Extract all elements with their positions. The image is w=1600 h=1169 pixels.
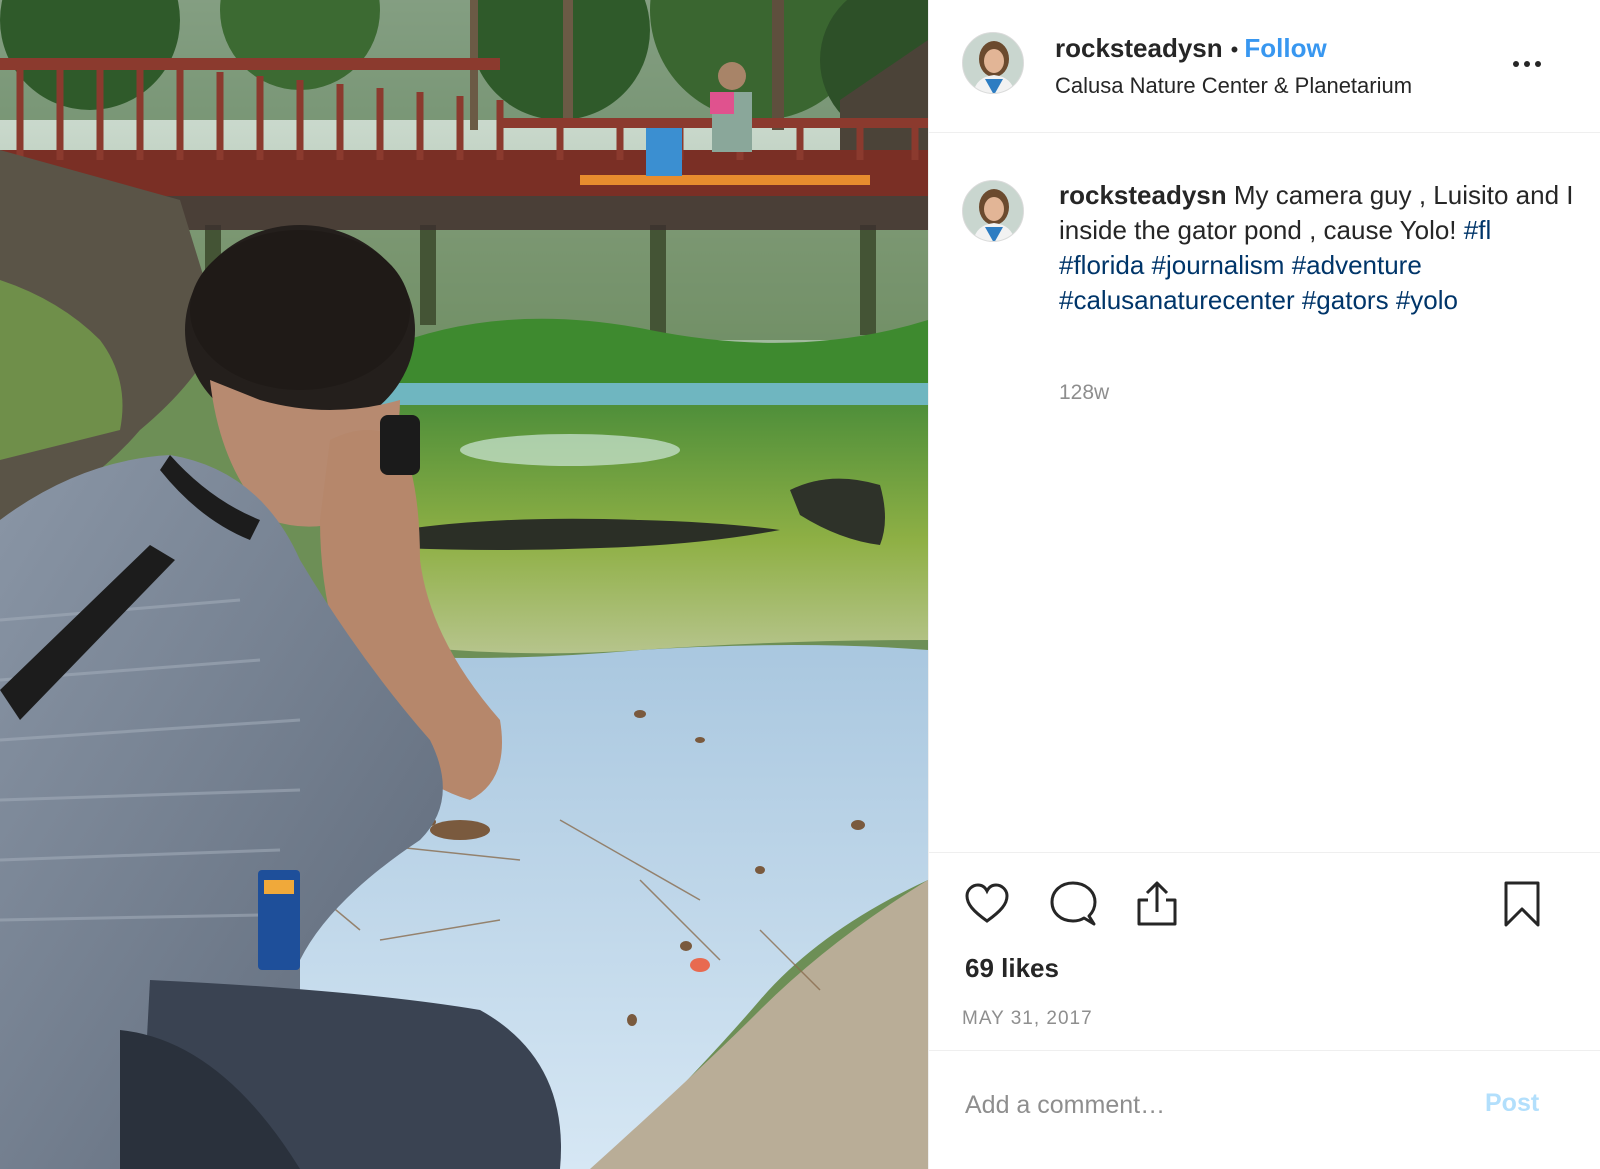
bookmark-icon[interactable]	[1495, 877, 1549, 931]
comment-box: Post	[929, 1050, 1600, 1169]
likes-count[interactable]: 69 likes	[965, 953, 1059, 984]
caption-area: rocksteadysn My camera guy , Luisito and…	[929, 134, 1600, 852]
caption-avatar[interactable]	[962, 180, 1024, 242]
hashtag-link[interactable]: #yolo	[1396, 285, 1458, 315]
more-options-icon[interactable]	[1507, 46, 1547, 82]
comment-input[interactable]	[965, 1083, 1445, 1127]
more-dot	[1524, 61, 1530, 67]
caption-text: rocksteadysn My camera guy , Luisito and…	[1059, 178, 1579, 318]
separator-dot: •	[1230, 37, 1239, 62]
heart-icon[interactable]	[960, 877, 1014, 931]
post-date: MAY 31, 2017	[962, 1008, 1093, 1029]
avatar[interactable]	[962, 32, 1024, 94]
post-comment-button[interactable]: Post	[1485, 1089, 1539, 1118]
hashtag-link[interactable]: #gators	[1302, 285, 1389, 315]
hashtag-link[interactable]: #adventure	[1292, 250, 1422, 280]
post-header: rocksteadysn • Follow Calusa Nature Center…	[929, 0, 1600, 133]
post-photo[interactable]	[0, 0, 928, 1169]
location-link[interactable]: Calusa Nature Center & Planetarium	[1055, 73, 1412, 99]
hashtag-link[interactable]: #fl	[1464, 215, 1491, 245]
hashtag-link[interactable]: #florida	[1059, 250, 1144, 280]
caption-username[interactable]: rocksteadysn	[1059, 180, 1227, 210]
hashtag-link[interactable]: #journalism	[1152, 250, 1285, 280]
comment-icon[interactable]	[1046, 877, 1100, 931]
follow-button[interactable]: Follow	[1244, 33, 1326, 63]
share-icon[interactable]	[1130, 877, 1184, 931]
hashtag-link[interactable]: #calusanaturecenter	[1059, 285, 1295, 315]
actions-bar: 69 likes MAY 31, 2017	[929, 852, 1600, 1050]
post-age[interactable]: 128w	[1059, 381, 1109, 405]
more-dot	[1535, 61, 1541, 67]
header-user-line: rocksteadysn • Follow	[1055, 33, 1327, 64]
more-dot	[1513, 61, 1519, 67]
username[interactable]: rocksteadysn	[1055, 33, 1223, 63]
post-side-panel: rocksteadysn • Follow Calusa Nature Center…	[928, 0, 1600, 1169]
